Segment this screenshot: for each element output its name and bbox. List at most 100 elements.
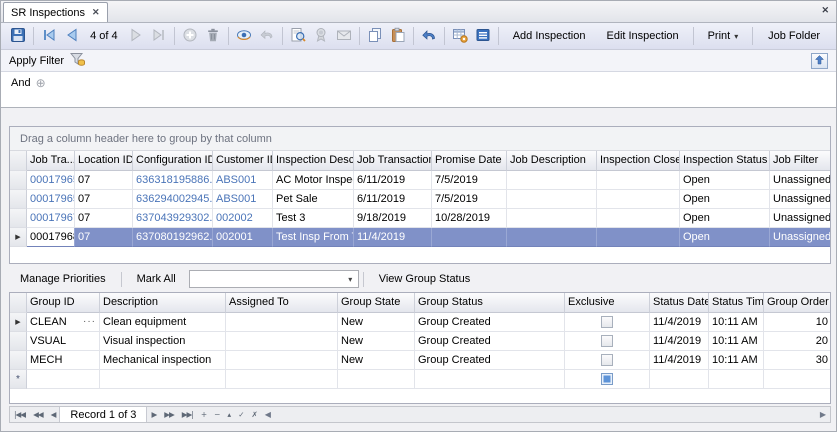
grid-cell[interactable]: [415, 370, 565, 389]
column-header[interactable]: Inspection Descr...: [273, 151, 354, 171]
grid-cell[interactable]: Open: [680, 228, 770, 247]
column-header[interactable]: Group ID: [27, 293, 100, 313]
horizontal-scrollbar-track[interactable]: [275, 407, 816, 422]
grid-cell[interactable]: Unassigned: [770, 190, 831, 209]
table-row[interactable]: *: [10, 370, 830, 389]
grid-cell[interactable]: [565, 313, 650, 332]
add-condition-icon[interactable]: ⊕: [36, 77, 46, 90]
grid-cell[interactable]: [764, 370, 831, 389]
grid-cell[interactable]: 7/5/2019: [432, 171, 507, 190]
nav-next-button[interactable]: ▶: [147, 407, 160, 422]
grid-settings-button[interactable]: [449, 25, 471, 47]
grid-cell[interactable]: MECH: [27, 351, 100, 370]
grid-cell[interactable]: Group Created: [415, 332, 565, 351]
table-row[interactable]: VSUALVisual inspectionNewGroup Created11…: [10, 332, 830, 351]
grid-cell[interactable]: [27, 370, 100, 389]
grid-cell[interactable]: Open: [680, 171, 770, 190]
table-row[interactable]: ▶0001796807637080192962...002001Test Ins…: [10, 228, 830, 247]
grid-cell[interactable]: [100, 370, 226, 389]
grid-cell[interactable]: Unassigned: [770, 171, 831, 190]
exclusive-checkbox-new-icon[interactable]: [601, 373, 613, 385]
column-header[interactable]: Customer ID: [213, 151, 273, 171]
grid-cell[interactable]: Open: [680, 190, 770, 209]
scroll-right-button[interactable]: ▶: [816, 407, 830, 422]
nav-cancel-edit-button[interactable]: ✗: [247, 407, 260, 422]
paste-button[interactable]: [387, 25, 409, 47]
grid-cell[interactable]: [507, 228, 597, 247]
delete-record-button[interactable]: [202, 25, 224, 47]
column-header[interactable]: Status Time: [709, 293, 764, 313]
grid-cell[interactable]: [338, 370, 415, 389]
undo-button[interactable]: [418, 25, 440, 47]
add-record-button[interactable]: [179, 25, 201, 47]
column-header[interactable]: Exclusive: [565, 293, 650, 313]
grid-cell[interactable]: Clean equipment: [100, 313, 226, 332]
grid-cell[interactable]: [565, 370, 650, 389]
table-row[interactable]: 0001796707637043929302...002002Test 39/1…: [10, 209, 830, 228]
column-header[interactable]: Location ID: [75, 151, 133, 171]
grid-cell[interactable]: Open: [680, 209, 770, 228]
grid-cell[interactable]: 6/11/2019: [354, 190, 432, 209]
filter-funnel-icon[interactable]: [70, 52, 85, 69]
grid-cell[interactable]: [709, 370, 764, 389]
mark-all-dropdown[interactable]: ▾: [189, 270, 359, 288]
column-header[interactable]: Description: [100, 293, 226, 313]
grid-cell[interactable]: ABS001: [213, 171, 273, 190]
grid-cell[interactable]: 07: [75, 228, 133, 247]
first-record-button[interactable]: [38, 25, 60, 47]
tab-sr-inspections[interactable]: SR Inspections ✕: [3, 2, 108, 22]
grid-cell[interactable]: 10: [764, 313, 831, 332]
column-header[interactable]: Promise Date: [432, 151, 507, 171]
last-record-button[interactable]: [148, 25, 170, 47]
mark-all-button[interactable]: Mark All: [126, 269, 187, 289]
grid-cell[interactable]: [226, 313, 338, 332]
column-header[interactable]: Job Tra...: [27, 151, 75, 171]
apply-filter-label[interactable]: Apply Filter: [9, 55, 64, 67]
group-by-panel[interactable]: Drag a column header here to group by th…: [10, 127, 830, 151]
grid-cell[interactable]: 11/4/2019: [650, 351, 709, 370]
manage-priorities-button[interactable]: Manage Priorities: [9, 269, 117, 289]
grid-cell[interactable]: Unassigned: [770, 209, 831, 228]
grid-cell[interactable]: Mechanical inspection: [100, 351, 226, 370]
grid-cell[interactable]: 07: [75, 190, 133, 209]
grid-cell[interactable]: AC Motor Inspec...: [273, 171, 354, 190]
revert-button[interactable]: [256, 25, 278, 47]
column-header[interactable]: Group Order: [764, 293, 831, 313]
job-folder-button[interactable]: Job Folder: [758, 25, 830, 47]
grid-cell[interactable]: CLEAN···: [27, 313, 100, 332]
grid-cell[interactable]: [226, 332, 338, 351]
grid-cell[interactable]: Test 3: [273, 209, 354, 228]
column-header[interactable]: Assigned To: [226, 293, 338, 313]
grid-cell[interactable]: 00017967: [27, 209, 75, 228]
next-record-button[interactable]: [125, 25, 147, 47]
tab-close-icon[interactable]: ✕: [92, 7, 100, 18]
table-row[interactable]: ▶CLEAN···Clean equipmentNewGroup Created…: [10, 313, 830, 332]
ellipsis-button[interactable]: ···: [83, 313, 96, 331]
column-header[interactable]: Group State: [338, 293, 415, 313]
grid-cell[interactable]: [650, 370, 709, 389]
grid-cell[interactable]: [597, 209, 680, 228]
column-header[interactable]: Group Status: [415, 293, 565, 313]
grid-cell[interactable]: 7/5/2019: [432, 190, 507, 209]
grid-cell[interactable]: 10:11 AM: [709, 313, 764, 332]
filter-panel-toggle-button[interactable]: [811, 53, 828, 69]
grid-cell[interactable]: 10:11 AM: [709, 332, 764, 351]
nav-end-edit-button[interactable]: ✓: [234, 407, 247, 422]
chevron-down-icon[interactable]: ▾: [343, 271, 358, 287]
filter-operator-label[interactable]: And: [11, 77, 31, 89]
view-button[interactable]: [233, 25, 255, 47]
layout-list-button[interactable]: [472, 25, 494, 47]
column-header[interactable]: Job Transaction ...: [354, 151, 432, 171]
grid-cell[interactable]: 07: [75, 171, 133, 190]
edit-inspection-button[interactable]: Edit Inspection: [596, 25, 688, 47]
grid-cell[interactable]: [507, 190, 597, 209]
grid-cell[interactable]: 637043929302...: [133, 209, 213, 228]
grid-cell[interactable]: [226, 370, 338, 389]
nav-edit-button[interactable]: ▴: [223, 407, 234, 422]
grid-cell[interactable]: 10/28/2019: [432, 209, 507, 228]
column-header[interactable]: Configuration ID: [133, 151, 213, 171]
grid-cell[interactable]: Unassigned: [770, 228, 831, 247]
grid-cell[interactable]: 30: [764, 351, 831, 370]
nav-delete-button[interactable]: −: [210, 407, 223, 422]
grid-cell[interactable]: [226, 351, 338, 370]
